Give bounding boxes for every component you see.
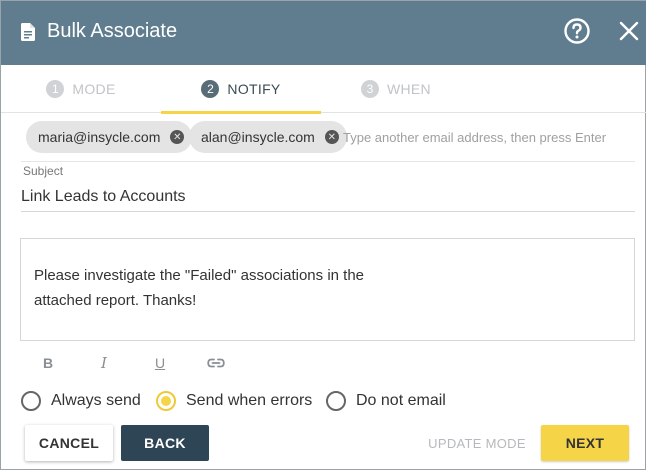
dialog-title: Bulk Associate <box>47 20 178 42</box>
message-editor[interactable]: Please investigate the "Failed" associat… <box>20 238 635 341</box>
tab-when[interactable]: 3 WHEN <box>346 65 446 113</box>
step-label: WHEN <box>387 81 431 97</box>
subject-field[interactable]: Link Leads to Accounts <box>21 182 635 212</box>
recipients-field: maria@insycle.com ✕ alan@insycle.com ✕ <box>21 118 635 162</box>
update-mode-button[interactable]: UPDATE MODE <box>421 425 533 461</box>
remove-chip-icon[interactable]: ✕ <box>170 130 185 144</box>
step-tabs: 1 MODE 2 NOTIFY 3 WHEN <box>1 65 646 114</box>
dialog-header: Bulk Associate <box>1 1 646 65</box>
radio-do-not-email[interactable]: Do not email <box>326 389 446 413</box>
next-button[interactable]: NEXT <box>541 425 629 461</box>
tab-notify[interactable]: 2 NOTIFY <box>161 65 321 114</box>
italic-button[interactable]: I <box>93 352 115 374</box>
radio-label: Do not email <box>356 392 446 409</box>
subject-label: Subject <box>23 164 64 178</box>
message-line: Please investigate the "Failed" associat… <box>34 267 365 284</box>
radio-send-when-errors[interactable]: Send when errors <box>156 389 312 413</box>
bold-button[interactable]: B <box>37 352 59 374</box>
step-number: 3 <box>361 80 379 98</box>
remove-chip-icon[interactable]: ✕ <box>324 130 339 144</box>
radio-circle <box>326 391 346 411</box>
document-icon <box>21 23 35 41</box>
link-button[interactable] <box>205 352 227 374</box>
message-text: Please investigate the "Failed" associat… <box>34 263 424 313</box>
radio-circle <box>156 391 176 411</box>
radio-circle <box>21 391 41 411</box>
recipient-chip: alan@insycle.com ✕ <box>189 121 347 153</box>
close-icon[interactable] <box>619 21 639 41</box>
step-label: MODE <box>72 81 116 97</box>
help-circle-icon[interactable] <box>564 18 590 44</box>
radio-label: Always send <box>51 392 141 409</box>
step-number: 2 <box>201 80 220 98</box>
radio-always-send[interactable]: Always send <box>21 389 141 413</box>
tab-mode[interactable]: 1 MODE <box>31 65 131 113</box>
recipient-email: maria@insycle.com <box>38 129 161 145</box>
underline-button[interactable]: U <box>149 352 171 374</box>
radio-label: Send when errors <box>186 392 313 409</box>
email-input[interactable] <box>343 126 633 148</box>
message-line: attached report. Thanks! <box>34 292 197 309</box>
recipient-email: alan@insycle.com <box>201 129 315 145</box>
step-number: 1 <box>46 80 65 98</box>
cancel-button[interactable]: CANCEL <box>25 425 113 461</box>
bulk-associate-dialog: Bulk Associate 1 MODE 2 NOTIFY 3 WHEN ma… <box>0 0 646 470</box>
step-label: NOTIFY <box>227 81 281 97</box>
back-button[interactable]: BACK <box>121 425 209 461</box>
recipient-chip: maria@insycle.com ✕ <box>26 121 193 153</box>
link-icon <box>207 358 225 368</box>
